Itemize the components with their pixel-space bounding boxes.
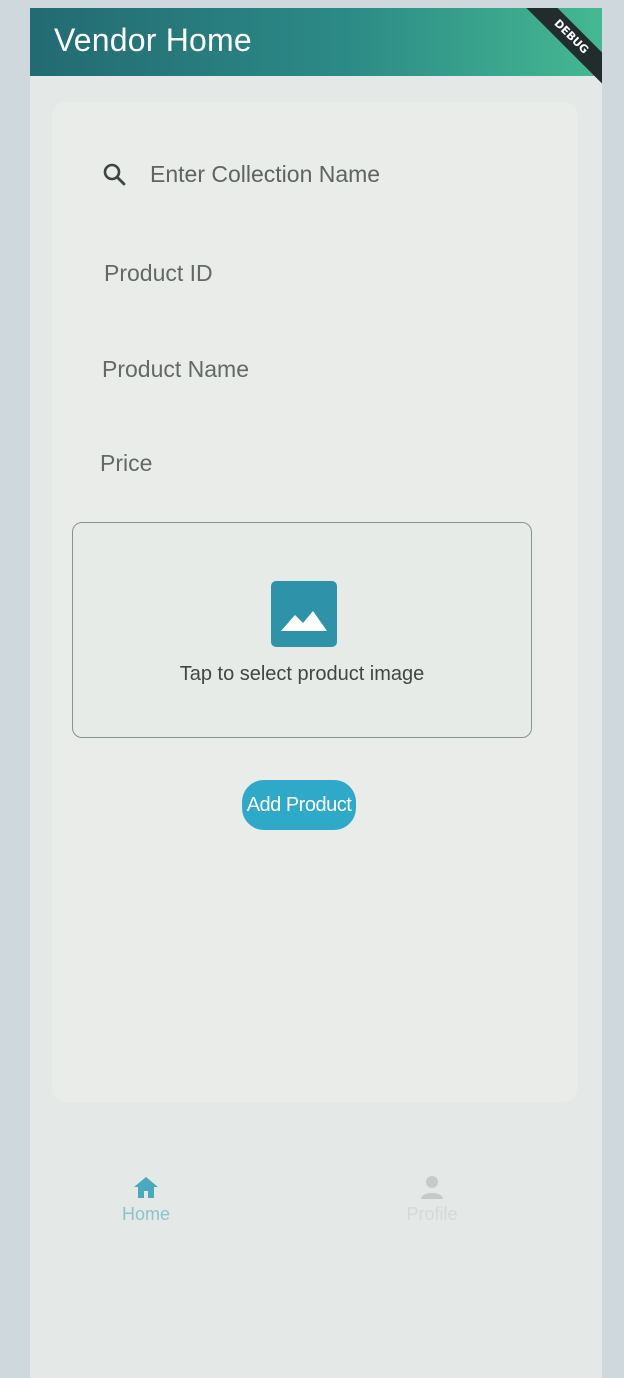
image-icon <box>271 581 337 647</box>
product-name-field[interactable]: Product Name <box>102 356 249 383</box>
nav-item-home[interactable]: Home <box>96 1172 196 1225</box>
nav-item-profile[interactable]: Profile <box>382 1172 482 1225</box>
nav-label-profile: Profile <box>406 1204 458 1224</box>
add-product-button[interactable]: Add Product <box>242 780 356 830</box>
nav-label-home: Home <box>121 1204 170 1224</box>
person-icon <box>421 1176 443 1199</box>
collection-search-input[interactable]: Enter Collection Name <box>150 161 380 188</box>
product-id-field[interactable]: Product ID <box>104 260 213 287</box>
app-bar: Vendor Home DEBUG <box>30 8 602 91</box>
image-picker-caption: Tap to select product image <box>179 663 425 685</box>
bottom-nav: Home Profile <box>30 1158 602 1248</box>
collection-search-field[interactable]: Enter Collection Name <box>102 158 380 190</box>
debug-banner: DEBUG <box>517 8 602 91</box>
price-field[interactable]: Price <box>100 450 152 477</box>
search-icon <box>103 163 126 186</box>
product-form: Enter Collection Name Product ID Product… <box>52 102 578 1102</box>
image-picker[interactable]: Tap to select product image <box>72 522 532 738</box>
page-title: Vendor Home <box>54 22 252 58</box>
phone-screen: Vendor Home DEBUG Enter Collection Name … <box>30 8 602 1378</box>
home-icon <box>134 1177 158 1198</box>
